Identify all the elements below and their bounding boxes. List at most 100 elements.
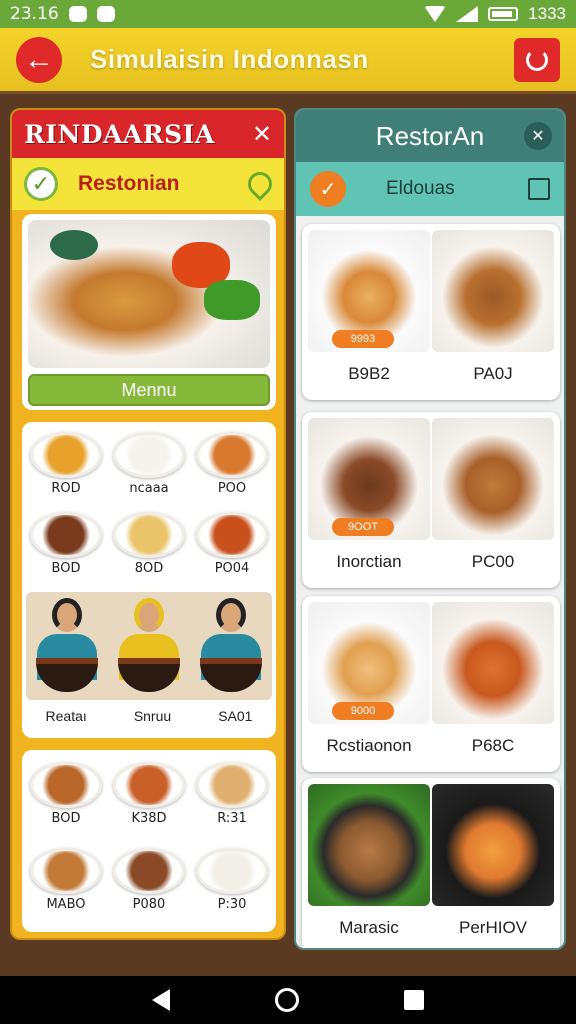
- dish-item[interactable]: ROD: [30, 432, 102, 496]
- nav-home-icon[interactable]: [274, 988, 299, 1012]
- nav-recent-apps-icon[interactable]: [403, 990, 424, 1010]
- card-label-left: Marasic: [339, 918, 399, 937]
- dish-label: ROD: [51, 481, 81, 496]
- right-panel-header: RestorAn ✕: [296, 110, 564, 162]
- dish-label: P:30: [217, 897, 247, 912]
- hero-dish-image: [28, 220, 270, 368]
- card-label-right: P68C: [471, 736, 515, 755]
- restaurant-card[interactable]: 9OOT Inorctian PC00: [302, 412, 560, 588]
- dish-item[interactable]: P080: [113, 848, 185, 912]
- right-panel-subheader: ✓ Eldouas: [296, 162, 564, 216]
- card-label-right: PC00: [471, 552, 515, 571]
- dish-label: ncaaa: [129, 481, 169, 496]
- card-label-left: Inorctian: [336, 552, 402, 571]
- dish-label: K38D: [131, 811, 167, 826]
- right-panel-subtitle: Eldouas: [386, 178, 455, 199]
- dish-plate: [113, 762, 185, 808]
- check-icon[interactable]: ✓: [24, 167, 58, 201]
- bowl-image: [50, 230, 98, 260]
- dish-grid-card-2: BOD K38D R:31 MABO P080 P:30: [22, 750, 276, 932]
- menu-button[interactable]: Mennu: [28, 374, 270, 406]
- dish-label: R:31: [217, 811, 247, 826]
- dish-item[interactable]: POO: [196, 432, 268, 496]
- notification-icon: [68, 6, 87, 22]
- dish-item[interactable]: BOD: [30, 762, 102, 826]
- left-panel-header: RINDAARSIA ✕: [12, 110, 284, 158]
- close-icon[interactable]: ✕: [524, 122, 552, 150]
- chat-icon: [96, 6, 115, 22]
- dish-grid-card: ROD ncaaa POO BOD 8OD PO04 Reataı Snruu …: [22, 422, 276, 738]
- dish-item[interactable]: K38D: [113, 762, 185, 826]
- status-time: 23.16: [10, 4, 59, 24]
- left-panel-subheader: ✓ Restonian: [12, 158, 284, 210]
- dish-label: MABO: [46, 897, 86, 912]
- dish-label: BOD: [51, 811, 81, 826]
- location-pin-icon[interactable]: [243, 167, 277, 201]
- system-nav-bar: [0, 976, 576, 1024]
- arrow-left-icon: ←: [24, 42, 54, 76]
- close-icon[interactable]: ✕: [252, 120, 272, 149]
- card-label-right: PerHIOV: [458, 918, 528, 937]
- dish-plate: [30, 512, 102, 558]
- dish-item[interactable]: BOD: [30, 512, 102, 576]
- right-panel: RestorAn ✕ ✓ Eldouas 9993 B9B2 PA0J 9OOT…: [294, 108, 566, 950]
- dish-plate: [113, 432, 185, 478]
- dish-label: BOD: [51, 561, 81, 576]
- dish-image: [432, 784, 554, 906]
- dish-plate: [196, 432, 268, 478]
- restaurant-card[interactable]: Marasic PerHIOV: [302, 778, 560, 948]
- dish-plate: [30, 762, 102, 808]
- left-panel-title: RINDAARSIA: [24, 119, 215, 149]
- card-label-left: Rcstiaonon: [326, 736, 412, 755]
- hero-card: Mennu: [22, 214, 276, 410]
- dish-image: [432, 602, 554, 724]
- people-captions: Reataı Snruu SA01: [22, 708, 276, 724]
- dish-image: [432, 418, 554, 540]
- checkbox[interactable]: [528, 178, 550, 200]
- refresh-button[interactable]: [514, 37, 560, 82]
- wifi-icon: [424, 6, 447, 22]
- signal-icon: [456, 6, 479, 22]
- dish-plate: [196, 512, 268, 558]
- dish-image: [432, 230, 554, 352]
- price-tag: 9993: [332, 330, 394, 348]
- refresh-icon: [526, 48, 548, 71]
- dish-plate: [30, 432, 102, 478]
- back-button[interactable]: ←: [16, 36, 62, 83]
- status-bar: 23.16 1333: [0, 0, 576, 28]
- dish-label: P080: [132, 897, 166, 912]
- card-label-right: PA0J: [473, 364, 513, 383]
- dish-plate: [196, 848, 268, 894]
- people-label: SA01: [218, 708, 253, 724]
- right-panel-title: RestorAn: [375, 120, 485, 151]
- app-header: ← Simulaisin Indonnasn: [0, 28, 576, 94]
- battery-icon: [488, 7, 519, 21]
- restaurant-card[interactable]: 9000 Rcstiaonon P68C: [302, 596, 560, 772]
- dish-image: [308, 784, 430, 906]
- price-tag: 9OOT: [332, 518, 394, 536]
- dish-plate: [30, 848, 102, 894]
- dish-label: 8OD: [134, 561, 164, 576]
- restaurant-card[interactable]: 9993 B9B2 PA0J: [302, 224, 560, 400]
- dish-label: PO04: [214, 561, 250, 576]
- salad-image: [204, 280, 260, 320]
- dish-item[interactable]: P:30: [196, 848, 268, 912]
- dish-plate: [113, 512, 185, 558]
- dish-item[interactable]: R:31: [196, 762, 268, 826]
- card-label-left: B9B2: [348, 364, 390, 383]
- dish-item[interactable]: PO04: [196, 512, 268, 576]
- left-panel: RINDAARSIA ✕ ✓ Restonian Mennu ROD ncaaa…: [10, 108, 286, 940]
- dish-plate: [196, 762, 268, 808]
- dish-item[interactable]: MABO: [30, 848, 102, 912]
- check-icon[interactable]: ✓: [310, 171, 346, 207]
- price-tag: 9000: [332, 702, 394, 720]
- people-photo: [26, 592, 272, 700]
- people-label: Snruu: [133, 708, 172, 724]
- status-right-text: 1333: [528, 4, 566, 23]
- left-panel-subtitle: Restonian: [78, 172, 180, 195]
- dish-item[interactable]: 8OD: [113, 512, 185, 576]
- dish-plate: [113, 848, 185, 894]
- page-title: Simulaisin Indonnasn: [90, 44, 369, 74]
- dish-item[interactable]: ncaaa: [113, 432, 185, 496]
- nav-back-icon[interactable]: [152, 989, 171, 1011]
